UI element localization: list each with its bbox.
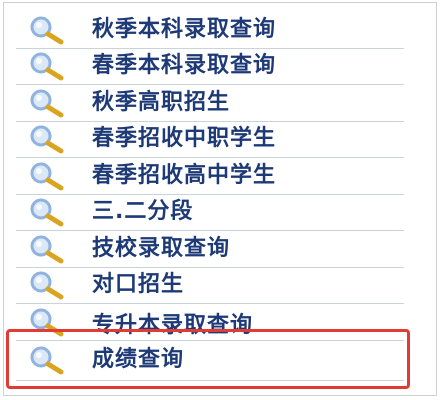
menu-item-label: 成绩查询 [92, 347, 185, 372]
menu-item-label: 秋季高职招生 [92, 89, 231, 115]
menu-item-label: 春季招收中职学生 [92, 126, 277, 152]
menu-item-score-query[interactable]: 成绩查询 [16, 341, 404, 381]
search-icon [28, 124, 68, 154]
menu-item-label: 技校录取查询 [92, 235, 231, 261]
search-icon [28, 51, 68, 81]
search-icon [28, 15, 68, 45]
menu-item-technical-school[interactable]: 技校录取查询 [16, 231, 404, 268]
menu-item-spring-high-school[interactable]: 春季招收高中学生 [16, 158, 404, 195]
menu-item-three-two-stage[interactable]: 三.二分段 [16, 195, 404, 231]
search-icon [28, 345, 68, 375]
menu-item-autumn-undergrad[interactable]: 秋季本科录取查询 [16, 12, 404, 49]
menu-item-college-upgrade[interactable]: 专升本录取查询 [16, 304, 404, 341]
search-icon [28, 270, 68, 300]
search-icon [28, 88, 68, 118]
search-icon [28, 234, 68, 264]
menu-item-label: 专升本录取查询 [92, 312, 254, 338]
menu-item-label: 对口招生 [92, 272, 185, 298]
menu-item-label: 春季本科录取查询 [92, 53, 277, 79]
search-icon [28, 161, 68, 191]
menu-item-label: 春季招收高中学生 [92, 162, 277, 188]
query-menu-panel: 秋季本科录取查询 春季本科录取查询 秋季高职招生 春季招收中职学生 春季招收高中… [0, 0, 441, 400]
menu-item-label: 三.二分段 [92, 199, 194, 225]
menu-item-spring-undergrad[interactable]: 春季本科录取查询 [16, 49, 404, 85]
menu-item-autumn-vocational[interactable]: 秋季高职招生 [16, 85, 404, 122]
menu-item-counterpart-enrollment[interactable]: 对口招生 [16, 268, 404, 304]
search-icon [28, 307, 68, 337]
menu-item-label: 秋季本科录取查询 [92, 16, 277, 42]
query-menu: 秋季本科录取查询 春季本科录取查询 秋季高职招生 春季招收中职学生 春季招收高中… [16, 12, 404, 381]
menu-item-spring-secondary-vocational[interactable]: 春季招收中职学生 [16, 122, 404, 158]
search-icon [28, 197, 68, 227]
